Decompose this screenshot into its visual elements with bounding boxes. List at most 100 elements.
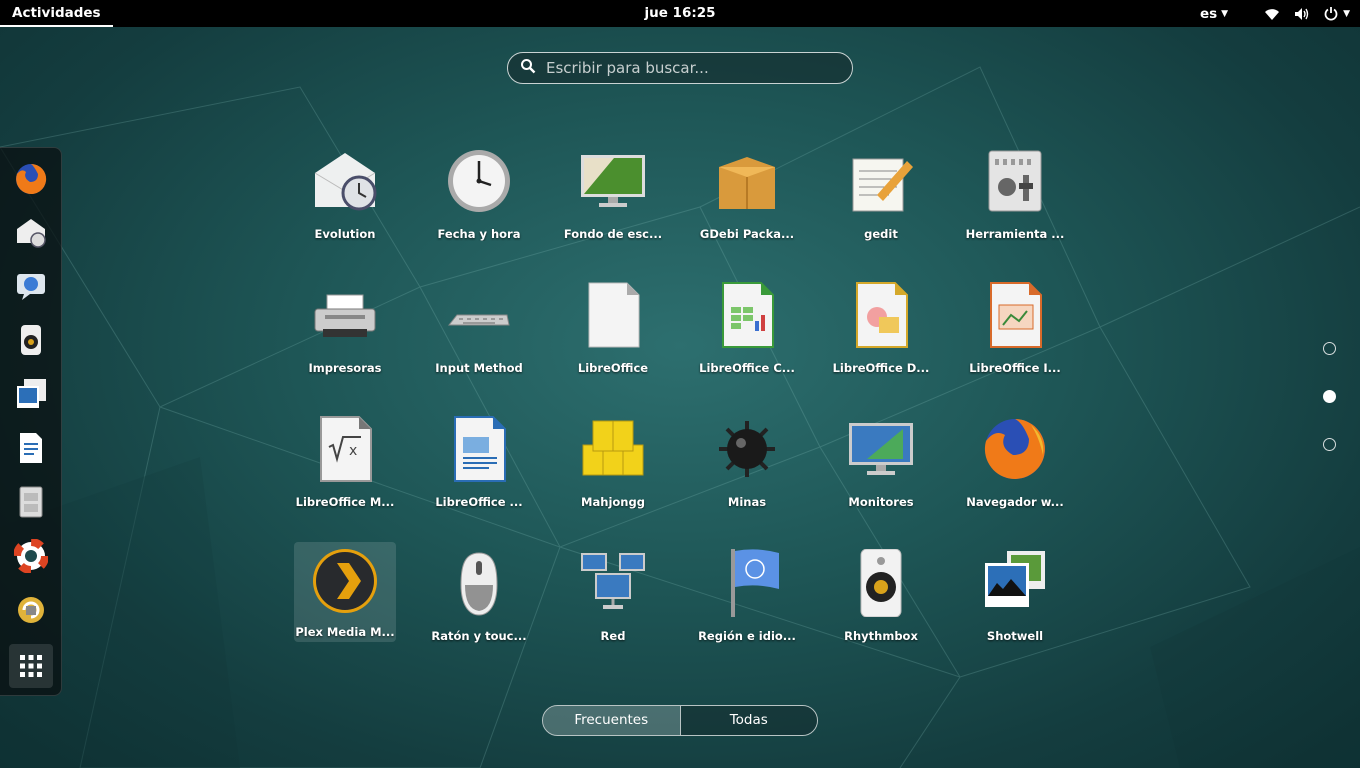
dash-item-files[interactable]: [9, 480, 53, 524]
libreoffice-icon: [588, 282, 640, 348]
app-shotwell[interactable]: Shotwell: [964, 549, 1066, 649]
app-libreoffice[interactable]: LibreOffice: [562, 281, 664, 381]
firefox-icon: [16, 163, 47, 194]
app-label: Rhythmbox: [844, 629, 918, 643]
libreoffice-math-icon: x: [320, 416, 372, 482]
activities-button[interactable]: Actividades: [0, 0, 113, 27]
wallpaper-icon: [581, 155, 645, 207]
language-label: es: [1199, 5, 1218, 22]
dash-item-shotwell[interactable]: [9, 372, 53, 416]
package-icon: [719, 157, 775, 209]
app-label: LibreOffice M...: [295, 495, 395, 509]
app-gedit[interactable]: gedit: [830, 147, 932, 247]
app-libreoffice-impress[interactable]: LibreOffice I...: [964, 281, 1066, 381]
app-gdebi[interactable]: GDebi Packa...: [696, 147, 798, 247]
network-icon: [581, 553, 645, 609]
tweak-tool-icon: [988, 150, 1042, 212]
system-tray: es ▼ ▼: [1200, 0, 1350, 27]
app-printers[interactable]: Impresoras: [294, 281, 396, 381]
search-box[interactable]: [507, 52, 853, 84]
page-indicator-2[interactable]: [1323, 390, 1336, 403]
app-label: Herramienta ...: [965, 227, 1065, 241]
keyboard-icon: [447, 314, 510, 326]
app-label: Fondo de esc...: [563, 227, 663, 241]
app-region-language[interactable]: Región e idio...: [696, 549, 798, 649]
app-label: Región e idio...: [698, 629, 796, 643]
app-label: Impresoras: [308, 361, 382, 375]
show-applications-button[interactable]: [9, 644, 53, 688]
region-flag-icon: [731, 549, 779, 617]
volume-icon[interactable]: [1294, 7, 1310, 21]
app-network[interactable]: Red: [562, 549, 664, 649]
dash: [0, 147, 62, 696]
app-web-browser[interactable]: Navegador w...: [964, 415, 1066, 515]
app-label: Monitores: [848, 495, 914, 509]
gedit-icon: [852, 158, 913, 212]
app-evolution[interactable]: Evolution: [294, 147, 396, 247]
app-libreoffice-writer[interactable]: LibreOffice ...: [428, 415, 530, 515]
page-indicator-3[interactable]: [1323, 438, 1336, 451]
evolution-icon: [17, 219, 46, 248]
app-label: Fecha y hora: [437, 227, 521, 241]
wallpaper-pattern: [0, 66, 1360, 768]
clock-label[interactable]: jue 16:25: [644, 5, 715, 21]
all-tab[interactable]: Todas: [679, 706, 817, 735]
shotwell-icon: [985, 551, 1045, 607]
page-indicator-1[interactable]: [1323, 342, 1336, 355]
dash-item-help[interactable]: [9, 534, 53, 578]
power-icon[interactable]: ▼: [1324, 6, 1350, 21]
dash-item-empathy[interactable]: [9, 264, 53, 308]
evolution-icon: [314, 153, 377, 211]
displays-icon: [849, 423, 913, 475]
app-mahjongg[interactable]: Mahjongg: [562, 415, 664, 515]
dash-item-software-updater[interactable]: [9, 588, 53, 632]
app-date-time[interactable]: Fecha y hora: [428, 147, 530, 247]
clock: jue 16:25: [0, 0, 1360, 27]
app-label: Mahjongg: [581, 495, 645, 509]
app-displays[interactable]: Monitores: [830, 415, 932, 515]
libreoffice-draw-icon: [856, 282, 908, 348]
frequent-tab[interactable]: Frecuentes: [543, 706, 680, 735]
app-tweak-tool[interactable]: Herramienta ...: [964, 147, 1066, 247]
app-label: Plex Media M...: [295, 625, 395, 639]
wifi-icon[interactable]: [1264, 7, 1280, 21]
lifebuoy-icon: [14, 539, 48, 573]
app-plex-media-manager[interactable]: Plex Media M...: [294, 542, 396, 642]
photos-icon: [17, 379, 46, 408]
view-switch: Frecuentes Todas: [542, 705, 818, 736]
app-mouse-touchpad[interactable]: Ratón y touc...: [428, 549, 530, 649]
app-libreoffice-draw[interactable]: LibreOffice D...: [830, 281, 932, 381]
rhythmbox-icon: [860, 549, 902, 617]
app-input-method[interactable]: Input Method: [428, 281, 530, 381]
document-icon: [20, 433, 42, 463]
app-label: LibreOffice C...: [699, 361, 795, 375]
mouse-icon: [460, 552, 498, 616]
printer-icon: [314, 294, 376, 337]
app-label: Minas: [727, 495, 767, 509]
file-cabinet-icon: [19, 486, 43, 518]
app-label: Input Method: [435, 361, 523, 375]
keyboard-layout-menu[interactable]: es ▼: [1200, 6, 1228, 22]
search-input[interactable]: [544, 58, 838, 78]
app-libreoffice-math[interactable]: x LibreOffice M...: [294, 415, 396, 515]
chat-icon: [17, 274, 45, 300]
mahjongg-icon: [582, 420, 644, 476]
app-libreoffice-calc[interactable]: LibreOffice C...: [696, 281, 798, 381]
app-label: Shotwell: [986, 629, 1044, 643]
plex-icon: [313, 549, 377, 613]
search-icon: [520, 58, 536, 78]
app-rhythmbox[interactable]: Rhythmbox: [830, 549, 932, 649]
svg-text:x: x: [349, 443, 357, 459]
app-background[interactable]: Fondo de esc...: [562, 147, 664, 247]
dash-item-writer[interactable]: [9, 426, 53, 470]
clock-icon: [448, 150, 510, 212]
dash-item-rhythmbox[interactable]: [9, 318, 53, 362]
app-mines[interactable]: Minas: [696, 415, 798, 515]
app-label: Evolution: [314, 227, 376, 241]
dash-item-evolution[interactable]: [9, 210, 53, 254]
app-label: LibreOffice: [577, 361, 649, 375]
app-label: gedit: [864, 227, 898, 241]
app-label: LibreOffice I...: [969, 361, 1061, 375]
dash-item-firefox[interactable]: [9, 157, 53, 201]
chevron-down-icon: ▼: [1343, 8, 1350, 19]
